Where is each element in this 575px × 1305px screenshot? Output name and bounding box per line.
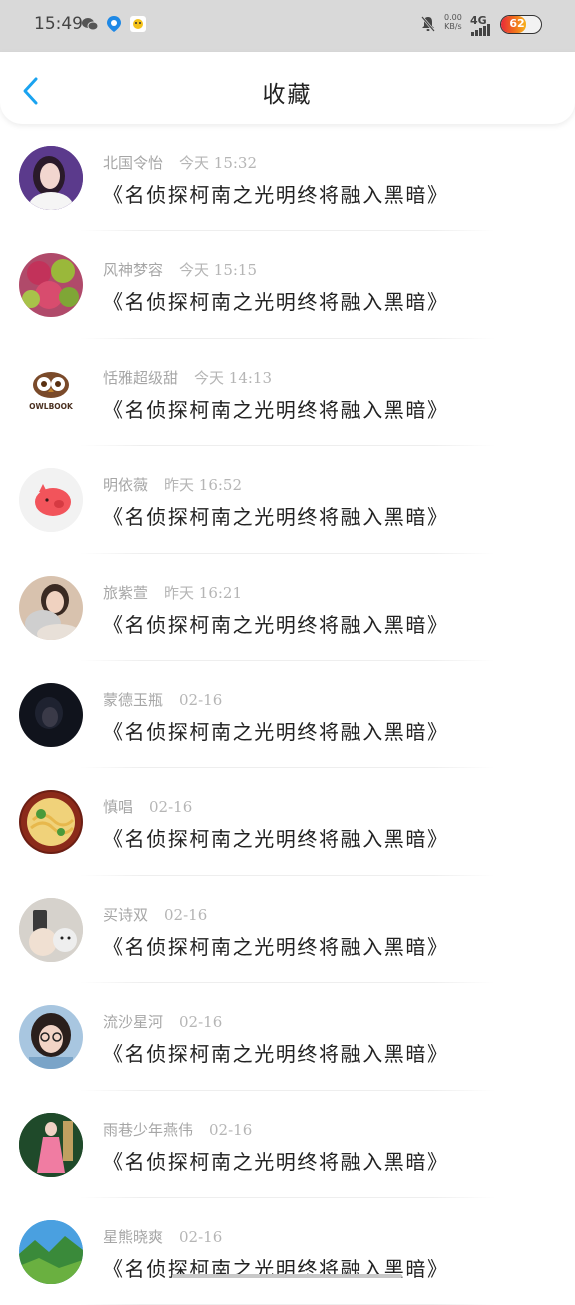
list-item[interactable]: 蒙德玉瓶 02-16 《名侦探柯南之光明终将融入黑暗》: [0, 661, 575, 769]
item-meta: 旅紫萱 昨天 16:21: [103, 582, 242, 603]
avatar[interactable]: [19, 468, 83, 533]
item-time: 昨天 16:52: [164, 476, 243, 495]
item-text: 《名侦探柯南之光明终将融入黑暗》: [103, 397, 449, 422]
item-user-name: 星熊晓爽: [103, 1228, 164, 1246]
avatar[interactable]: OWLBOOK: [19, 360, 83, 425]
item-time: 02-16: [179, 1013, 223, 1032]
item-text: 《名侦探柯南之光明终将融入黑暗》: [103, 827, 449, 852]
item-user-name: 慎唱: [103, 798, 134, 817]
item-user-name: 流沙星河: [103, 1013, 164, 1032]
item-time: 02-16: [164, 905, 208, 924]
item-text: 《名侦探柯南之光明终将融入黑暗》: [103, 934, 449, 959]
item-meta: 星熊晓爽 02-16: [103, 1226, 222, 1247]
item-meta: 北国令怡 今天 15:32: [103, 152, 257, 173]
item-text: 《名侦探柯南之光明终将融入黑暗》: [103, 505, 449, 530]
item-text: 《名侦探柯南之光明终将融入黑暗》: [103, 720, 449, 744]
item-user-name: 北国令怡: [103, 154, 164, 172]
signal-icon: [471, 24, 490, 36]
item-text: 《名侦探柯南之光明终将融入黑暗》: [103, 1149, 449, 1174]
nav-header: 收藏: [0, 52, 575, 124]
list-item[interactable]: 风神梦容 今天 15:15 《名侦探柯南之光明终将融入黑暗》: [0, 231, 575, 339]
list-item[interactable]: 北国令怡 今天 15:32 《名侦探柯南之光明终将融入黑暗》: [0, 124, 575, 232]
item-time: 今天 15:32: [179, 154, 258, 172]
list-item[interactable]: 买诗双 02-16 《名侦探柯南之光明终将融入黑暗》: [0, 876, 575, 984]
item-user-name: 恬雅超级甜: [103, 368, 179, 387]
item-time: 02-16: [209, 1120, 253, 1139]
item-meta: 明依薇 昨天 16:52: [103, 474, 242, 495]
item-time: 02-16: [149, 798, 193, 817]
avatar[interactable]: [19, 790, 83, 855]
avatar[interactable]: [19, 1005, 83, 1070]
avatar[interactable]: [19, 1112, 83, 1177]
list-item[interactable]: 明依薇 昨天 16:52 《名侦探柯南之光明终将融入黑暗》: [0, 446, 575, 554]
item-meta: 雨巷少年燕伟 02-16: [103, 1119, 252, 1140]
avatar[interactable]: [19, 253, 83, 318]
item-user-name: 风神梦容: [103, 261, 164, 280]
list-item[interactable]: OWLBOOK 恬雅超级甜 今天 14:13 《名侦探柯南之光明终将融入黑暗》: [0, 339, 575, 447]
item-meta: 风神梦容 今天 15:15: [103, 259, 257, 280]
avatar[interactable]: [19, 575, 83, 640]
item-user-name: 蒙德玉瓶: [103, 691, 164, 709]
item-time: 02-16: [179, 691, 223, 709]
list-item[interactable]: 旅紫萱 昨天 16:21 《名侦探柯南之光明终将融入黑暗》: [0, 554, 575, 661]
item-user-name: 明依薇: [103, 476, 149, 495]
page-title: 收藏: [262, 82, 313, 108]
svg-text:OWLBOOK: OWLBOOK: [29, 402, 74, 411]
avatar[interactable]: [19, 897, 83, 962]
item-text: 《名侦探柯南之光明终将融入黑暗》: [103, 1042, 449, 1067]
item-time: 今天 14:13: [194, 368, 273, 387]
list-item[interactable]: 流沙星河 02-16 《名侦探柯南之光明终将融入黑暗》: [0, 983, 575, 1091]
item-meta: 流沙星河 02-16: [103, 1011, 222, 1032]
item-text: 《名侦探柯南之光明终将融入黑暗》: [103, 183, 449, 207]
home-indicator[interactable]: [172, 1274, 402, 1278]
item-meta: 恬雅超级甜 今天 14:13: [103, 367, 272, 388]
wechat-icon: [82, 16, 98, 32]
item-time: 今天 15:15: [179, 261, 258, 280]
item-time: 02-16: [179, 1228, 223, 1246]
item-meta: 慎唱 02-16: [103, 796, 192, 817]
list-item[interactable]: 星熊晓爽 02-16 《名侦探柯南之光明终将融入黑暗》: [0, 1198, 575, 1305]
net-speed-unit: KB/s: [444, 22, 462, 31]
item-text: 《名侦探柯南之光明终将融入黑暗》: [103, 290, 449, 315]
list-item[interactable]: 慎唱 02-16 《名侦探柯南之光明终将融入黑暗》: [0, 768, 575, 876]
battery-level: 62: [509, 17, 525, 30]
item-text: 《名侦探柯南之光明终将融入黑暗》: [103, 612, 449, 637]
item-time: 昨天 16:21: [164, 583, 243, 602]
item-user-name: 雨巷少年燕伟: [103, 1120, 194, 1139]
status-time: 15:49: [34, 14, 83, 34]
net-speed-value: 0.00: [444, 13, 462, 22]
avatar[interactable]: [19, 683, 83, 747]
list-item[interactable]: 雨巷少年燕伟 02-16 《名侦探柯南之光明终将融入黑暗》: [0, 1091, 575, 1198]
battery-icon: 62: [500, 15, 542, 34]
item-user-name: 买诗双: [103, 905, 149, 924]
app-icon: [130, 16, 146, 32]
map-pin-icon: [106, 16, 122, 32]
avatar[interactable]: [19, 146, 83, 210]
item-meta: 买诗双 02-16: [103, 904, 207, 925]
item-meta: 蒙德玉瓶 02-16: [103, 689, 222, 710]
mute-bell-icon: [420, 16, 436, 32]
avatar[interactable]: [19, 1220, 83, 1284]
status-bar: 15:49 0.00 KB/s 4G 62: [0, 0, 575, 52]
item-user-name: 旅紫萱: [103, 583, 149, 602]
net-speed: 0.00 KB/s: [444, 13, 462, 31]
